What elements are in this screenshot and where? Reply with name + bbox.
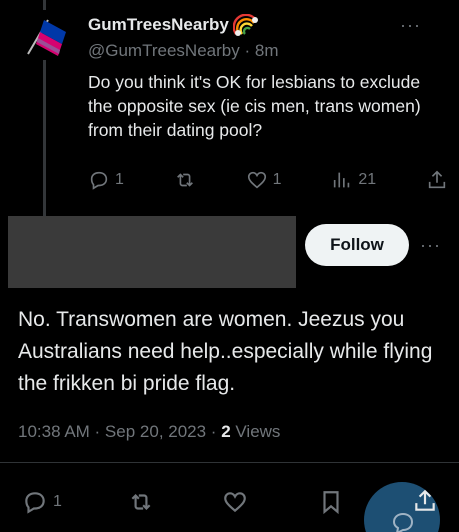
- parent-retweet-button[interactable]: [174, 169, 196, 191]
- parent-time[interactable]: 8m: [255, 41, 279, 60]
- main-reply-button[interactable]: 1: [22, 489, 62, 515]
- parent-share-button[interactable]: [426, 169, 448, 191]
- reply-icon: [90, 171, 108, 190]
- parent-action-bar: 1 1 21: [88, 168, 448, 192]
- like-icon: [224, 492, 246, 513]
- main-more-icon[interactable]: ···: [420, 236, 441, 254]
- retweet-icon: [176, 173, 193, 187]
- display-name-text[interactable]: GumTreesNearby: [88, 15, 229, 35]
- bookmark-icon: [323, 491, 339, 515]
- tweet-timestamp[interactable]: 10:38 AM · Sep 20, 2023 ·: [18, 422, 221, 441]
- share-icon: [428, 170, 446, 189]
- views-count: 2: [221, 422, 231, 441]
- reply-icon: [25, 492, 45, 514]
- views-label: Views: [235, 422, 281, 441]
- parent-view-count: 21: [358, 171, 377, 188]
- share-icon: [415, 489, 435, 511]
- parent-like-count: 1: [272, 171, 282, 188]
- redacted-author-block: [8, 216, 296, 288]
- bisexual-flag-avatar[interactable]: [18, 14, 70, 58]
- parent-handle[interactable]: @GumTreesNearby: [88, 41, 240, 60]
- main-reply-count: 1: [53, 493, 62, 510]
- divider-top: [0, 462, 459, 463]
- like-icon: [247, 171, 266, 189]
- parent-handle-row: @GumTreesNearby · 8m: [88, 41, 278, 61]
- parent-views-button[interactable]: 21: [331, 169, 376, 191]
- retweet-icon: [131, 493, 151, 511]
- main-like-button[interactable]: [222, 489, 248, 515]
- main-share-button[interactable]: [412, 488, 438, 514]
- separator-dot: ·: [244, 41, 255, 60]
- parent-reply-count: 1: [115, 171, 124, 188]
- main-tweet-text: No. Transwomen are women. Jeezus you Aus…: [18, 308, 433, 395]
- parent-tweet-header: GumTreesNearby ···: [88, 14, 439, 36]
- thread-line-top: [43, 0, 46, 10]
- main-retweet-button[interactable]: [128, 489, 154, 515]
- bookmark-button[interactable]: [318, 489, 344, 515]
- parent-more-icon[interactable]: ···: [400, 16, 421, 34]
- views-icon: [334, 172, 350, 188]
- parent-reply-button[interactable]: 1: [88, 169, 124, 191]
- follow-button[interactable]: Follow: [305, 224, 409, 266]
- parent-like-button[interactable]: 1: [246, 169, 282, 191]
- tweet-meta: 10:38 AM · Sep 20, 2023 · 2 Views: [18, 422, 280, 442]
- tweet-detail-page: GumTreesNearby ··· @GumTreesNearby · 8m …: [0, 0, 459, 532]
- thread-line: [43, 60, 46, 216]
- rainbow-emoji-icon: [232, 14, 258, 36]
- parent-tweet-text: Do you think it's OK for lesbians to exc…: [88, 72, 421, 140]
- parent-display-name[interactable]: GumTreesNearby: [88, 14, 259, 36]
